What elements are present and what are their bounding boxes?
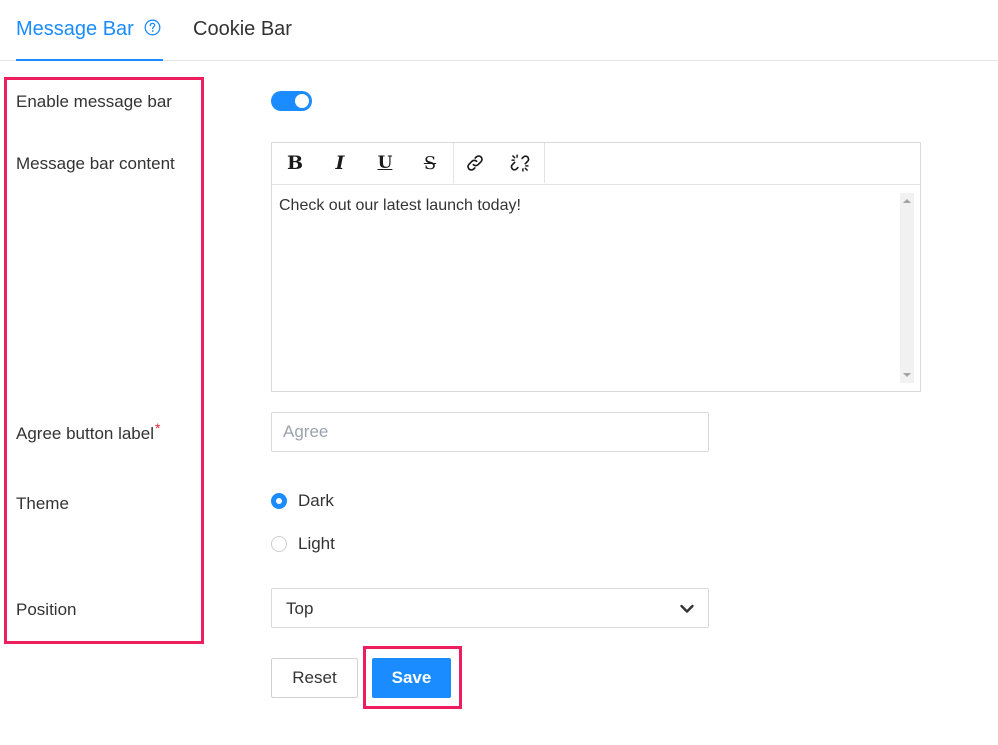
message-bar-content-label: Message bar content xyxy=(16,154,175,173)
theme-option-light[interactable]: Light xyxy=(271,533,335,555)
position-label: Position xyxy=(16,600,77,619)
radio-light[interactable] xyxy=(271,536,287,552)
message-content-text[interactable]: Check out our latest launch today! xyxy=(279,197,521,215)
insert-link-button[interactable] xyxy=(453,143,497,183)
enable-message-bar-toggle[interactable] xyxy=(271,91,312,111)
tab-cookie-bar[interactable]: Cookie Bar xyxy=(193,17,292,41)
scroll-down-arrow-icon[interactable] xyxy=(903,373,911,377)
unlink-icon xyxy=(510,154,530,172)
theme-option-dark[interactable]: Dark xyxy=(271,490,334,512)
italic-button[interactable]: I xyxy=(318,143,362,183)
radio-dark-selected[interactable] xyxy=(271,493,287,509)
theme-dark-label: Dark xyxy=(298,491,334,510)
agree-button-label: Agree button label* xyxy=(16,420,160,444)
bold-button[interactable]: B xyxy=(273,143,317,183)
theme-light-label: Light xyxy=(298,534,335,553)
message-content-editor: B I U S Check out our latest launch toda… xyxy=(271,142,921,392)
reset-button[interactable]: Reset xyxy=(271,658,358,698)
strikethrough-button[interactable]: S xyxy=(408,143,452,183)
save-button[interactable]: Save xyxy=(372,658,451,698)
remove-link-button[interactable] xyxy=(498,143,542,183)
scroll-up-arrow-icon[interactable] xyxy=(903,199,911,203)
active-tab-indicator xyxy=(16,59,163,61)
toggle-knob xyxy=(295,94,309,108)
chevron-down-icon xyxy=(680,604,694,613)
underline-button[interactable]: U xyxy=(363,143,407,183)
enable-message-bar-label: Enable message bar xyxy=(16,92,172,111)
position-select-value: Top xyxy=(286,599,314,618)
editor-scrollbar[interactable] xyxy=(900,193,914,383)
editor-toolbar: B I U S xyxy=(272,143,920,185)
help-icon[interactable] xyxy=(144,19,161,36)
link-icon xyxy=(467,155,483,171)
required-mark: * xyxy=(155,420,161,436)
link-group xyxy=(453,143,545,183)
format-group: B I U S xyxy=(272,143,454,183)
agree-button-label-text: Agree button label xyxy=(16,424,154,443)
position-select[interactable]: Top xyxy=(271,588,709,628)
agree-label-input[interactable] xyxy=(271,412,709,452)
theme-label: Theme xyxy=(16,494,69,513)
tab-message-bar[interactable]: Message Bar xyxy=(16,17,134,41)
